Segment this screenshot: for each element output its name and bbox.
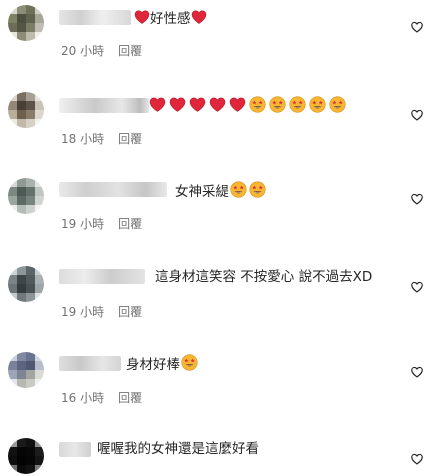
- comment-text: 喔喔我的女神還是這麼好看: [97, 441, 259, 457]
- red-heart-emoji: [189, 96, 206, 113]
- comment-time: 16 小時: [61, 391, 105, 405]
- reply-button[interactable]: 回覆: [118, 391, 142, 405]
- star-struck-emoji: [329, 96, 346, 113]
- comment-time: 19 小時: [61, 305, 105, 319]
- comment-text: [149, 96, 346, 116]
- reply-button[interactable]: 回覆: [118, 217, 142, 231]
- red-heart-emoji: [149, 96, 166, 113]
- comment-time: 19 小時: [61, 217, 105, 231]
- comment-meta: 20 小時 回覆: [61, 42, 142, 59]
- avatar[interactable]: [8, 438, 44, 474]
- comment-time: 20 小時: [61, 44, 105, 58]
- star-struck-emoji: [249, 181, 266, 198]
- comment-text: 身材好棒: [126, 354, 198, 374]
- star-struck-emoji: [230, 181, 247, 198]
- heart-outline-icon[interactable]: [410, 452, 424, 466]
- username-blurred[interactable]: [59, 356, 121, 371]
- star-struck-emoji: [249, 96, 266, 113]
- username-blurred[interactable]: [59, 269, 145, 284]
- red-heart-emoji: [229, 96, 246, 113]
- avatar[interactable]: [8, 5, 44, 41]
- username-blurred[interactable]: [59, 98, 149, 113]
- heart-outline-icon[interactable]: [410, 365, 424, 379]
- comment-item: 好性感 20 小時 回覆: [0, 0, 435, 80]
- comment-text: 這身材這笑容 不按愛心 說不過去XD: [155, 269, 373, 285]
- comment-item: 喔喔我的女神還是這麼好看: [0, 430, 435, 476]
- avatar[interactable]: [8, 266, 44, 302]
- username-blurred[interactable]: [59, 10, 131, 25]
- heart-outline-icon[interactable]: [410, 280, 424, 294]
- heart-outline-icon[interactable]: [410, 108, 424, 122]
- avatar[interactable]: [8, 352, 44, 388]
- red-heart-emoji: [169, 96, 186, 113]
- star-struck-emoji: [181, 354, 198, 371]
- star-struck-emoji: [289, 96, 306, 113]
- heart-outline-icon[interactable]: [410, 192, 424, 206]
- reply-button[interactable]: 回覆: [118, 305, 142, 319]
- avatar[interactable]: [8, 92, 44, 128]
- comment-text: 好性感: [134, 9, 207, 28]
- red-heart-emoji: [191, 9, 207, 25]
- username-blurred[interactable]: [59, 442, 91, 457]
- red-heart-emoji: [134, 9, 150, 25]
- comment-item: 這身材這笑容 不按愛心 說不過去XD 19 小時 回覆: [0, 258, 435, 338]
- comment-item: 身材好棒 16 小時 回覆: [0, 344, 435, 424]
- red-heart-emoji: [209, 96, 226, 113]
- comment-text: 女神采緹: [175, 181, 266, 201]
- heart-outline-icon[interactable]: [410, 20, 424, 34]
- reply-button[interactable]: 回覆: [118, 132, 142, 146]
- avatar[interactable]: [8, 178, 44, 214]
- star-struck-emoji: [269, 96, 286, 113]
- comment-item: 女神采緹 19 小時 回覆: [0, 172, 435, 252]
- star-struck-emoji: [309, 96, 326, 113]
- comment-meta: 16 小時 回覆: [61, 389, 142, 406]
- comment-meta: 18 小時 回覆: [61, 130, 142, 147]
- comment-item: 18 小時 回覆: [0, 86, 435, 166]
- reply-button[interactable]: 回覆: [118, 44, 142, 58]
- comment-meta: 19 小時 回覆: [61, 215, 142, 232]
- comment-time: 18 小時: [61, 132, 105, 146]
- username-blurred[interactable]: [59, 182, 167, 197]
- comment-meta: 19 小時 回覆: [61, 303, 142, 320]
